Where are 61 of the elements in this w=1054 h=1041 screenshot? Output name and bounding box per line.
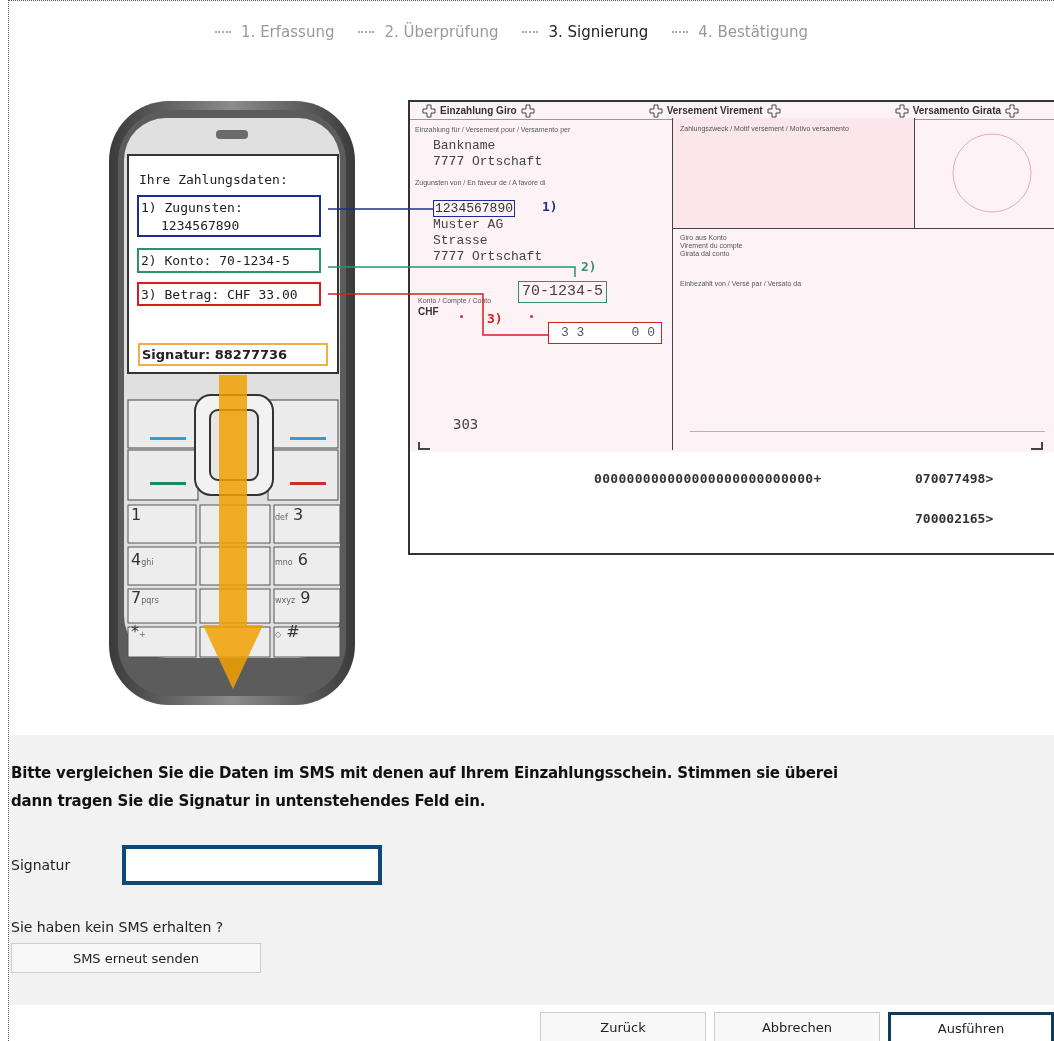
slip-text: Bankname [433, 138, 496, 153]
slip-text: 7777 Ortschaft [433, 154, 543, 169]
key-label: 1 [131, 505, 142, 524]
step-dots [358, 30, 375, 33]
asterisk-icon [530, 315, 533, 318]
code-line: 070077498> [915, 471, 994, 486]
cross-icon [422, 103, 436, 118]
step-dots [215, 30, 232, 33]
action-button[interactable]: Ausführen [888, 1012, 1054, 1041]
sms-detail: 2) Konto: 70-1234-5 [137, 248, 321, 273]
key-label: *+ [131, 622, 146, 641]
step-label: 4. Bestätigung [698, 22, 808, 41]
slip-header: Versement Virement [666, 105, 763, 116]
down-arrow-icon [201, 375, 265, 691]
sms-heading: Ihre Zahlungsdaten: [139, 172, 288, 187]
key-label: ◇ # [275, 622, 300, 641]
key-label: def 3 [275, 505, 304, 524]
step-label: 1. Erfassung [241, 22, 335, 41]
amount-field: 3 3 0 0 [548, 322, 662, 344]
instruction-text: dann tragen Sie die Signatur in untenstehendes Feld ein. [10, 791, 487, 812]
marker-label: 1) [542, 199, 558, 214]
instruction-text: Bitte vergleichen Sie die Daten im SMS mit denen auf Ihrem Einzahlungsschein. Stimmen sie überei [10, 763, 839, 784]
currency-label: CHF [418, 306, 439, 317]
slip-header: Versamento Girata [912, 105, 1002, 116]
sms-detail: 1) Zugunsten: 1234567890 [137, 195, 321, 237]
key-label: 4ghi [131, 550, 154, 569]
signature-field[interactable] [122, 845, 383, 885]
hint-text: Sie haben kein SMS erhalten ? [10, 919, 225, 935]
slip-code: 303 [453, 416, 479, 432]
step-dots [522, 30, 539, 33]
marker-label: 2) [581, 259, 597, 274]
corner-mark-icon [1031, 442, 1043, 450]
field-label: Signatur [10, 857, 71, 873]
key-label: wxyz 9 [275, 588, 311, 607]
slip-text: 7777 Ortschaft [433, 249, 543, 264]
stamp-circle-icon [951, 132, 1033, 214]
marker-label: 3) [487, 311, 503, 326]
step-label: 2. Überprüfung [384, 22, 499, 41]
reference-number: 1234567890 [433, 200, 515, 217]
cross-icon [766, 103, 781, 118]
cross-icon [894, 103, 909, 118]
asterisk-icon [460, 315, 463, 318]
sms-detail: 3) Betrag: CHF 33.00 [137, 282, 321, 306]
code-line: 000000000000000000000000000+ [594, 471, 822, 486]
key-label: mno 6 [275, 550, 309, 569]
corner-mark-icon [418, 442, 430, 450]
resend-sms-button[interactable]: SMS erneut senden [11, 943, 261, 973]
step-label: 3. Signierung [548, 22, 649, 41]
account-number: 70-1234-5 [518, 281, 607, 303]
slip-header: Einzahlung Giro [440, 105, 517, 116]
code-line: 700002165> [915, 511, 994, 526]
cross-icon [1005, 103, 1020, 118]
sms-signature: Signatur: 88277736 [138, 343, 328, 366]
action-button[interactable]: Zurück [540, 1012, 706, 1041]
action-button[interactable]: Abbrechen [714, 1012, 880, 1041]
slip-text: Muster AG [433, 217, 504, 232]
step-dots [672, 30, 689, 33]
slip-text: Strasse [433, 233, 488, 248]
cross-icon [648, 103, 663, 118]
cross-icon [520, 103, 535, 118]
key-label: 7 pqrs [131, 588, 159, 607]
